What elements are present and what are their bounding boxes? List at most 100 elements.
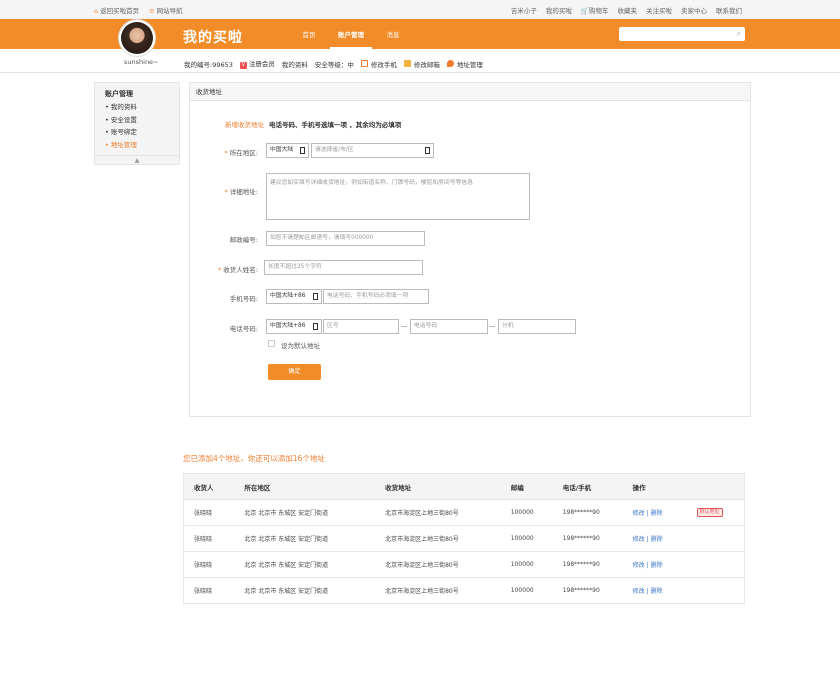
sidebar-item-profile[interactable]: • 我的资料 [105, 101, 137, 114]
username: sunshine~ [124, 58, 159, 66]
col-address: 收货地址 [375, 473, 501, 500]
phone-label: 电话号码: [229, 325, 258, 333]
address-table: 收货人 所在地区 收货地址 邮编 电话/手机 操作 张晓晓 北京 北京市 东城区… [183, 473, 745, 604]
my-buy-menu[interactable]: 我的买啦 [546, 5, 572, 15]
table-row: 张晓晓 北京 北京市 东城区 安定门街道 北京市海淀区上地三街80号 10000… [183, 551, 745, 578]
cart-link[interactable]: 🛒购物车 [581, 5, 609, 15]
cell-actions: 修改 | 删除 [622, 499, 687, 526]
cell-region: 北京 北京市 东城区 安定门街道 [234, 499, 376, 526]
cell-zip: 100000 [500, 499, 553, 526]
cell-actions: 修改 | 删除 [622, 525, 687, 552]
seller-center-menu[interactable]: 卖家中心 [681, 5, 707, 15]
cell-phone: 198******90 [552, 577, 623, 604]
sidebar-item-security[interactable]: • 安全设置 [105, 114, 137, 127]
favorites-menu[interactable]: 收藏夹 [618, 5, 638, 15]
delete-link[interactable]: 删除 [651, 562, 663, 569]
collapse-icon[interactable]: ▲ [95, 155, 179, 164]
user-number: 我的编号:99653 [184, 60, 233, 69]
search-icon[interactable]: ⌕ [737, 29, 741, 39]
detail-address-textarea[interactable]: 建议您如实填写详细收货地址，例如街道名称，门牌号码，楼层和房间号等信息 [266, 173, 530, 220]
sitemap-link[interactable]: ≡ 网站导航 [149, 5, 182, 15]
nav-account[interactable]: 账户管理 [330, 29, 372, 49]
cell-default [686, 551, 745, 578]
cell-address: 北京市海淀区上地三街80号 [375, 577, 501, 604]
cell-default: 默认地址 [686, 499, 745, 526]
avatar[interactable] [119, 20, 155, 56]
edit-email-link[interactable]: 修改邮箱 [403, 59, 440, 69]
edit-link[interactable]: 修改 [633, 536, 645, 543]
user-menu[interactable]: 吉米小子 [511, 5, 537, 15]
sidebar-item-binding[interactable]: • 账号绑定 [105, 126, 137, 139]
search-input[interactable]: ⌕ [619, 27, 745, 41]
cell-phone: 198******90 [552, 525, 623, 552]
edit-link[interactable]: 修改 [633, 588, 645, 595]
cell-region: 北京 北京市 东城区 安定门街道 [234, 551, 376, 578]
my-profile-link[interactable]: 我的资料 [282, 59, 308, 69]
default-address-checkbox[interactable] [268, 340, 275, 347]
cell-default [686, 577, 745, 604]
receiver-name-input[interactable]: 长度不超过25个字符 [264, 260, 423, 275]
edit-phone-link[interactable]: 修改手机 [360, 59, 397, 69]
home-link[interactable]: ⌂ 返回买啦首页 [94, 5, 139, 15]
receiver-name-label: * 收货人姓名: [217, 266, 258, 274]
cell-zip: 100000 [500, 577, 553, 604]
cart-icon: 🛒 [580, 7, 589, 15]
delete-link[interactable]: 删除 [651, 588, 663, 595]
avatar-image [121, 22, 153, 54]
col-zip: 邮编 [500, 473, 553, 500]
cell-address: 北京市海淀区上地三街80号 [375, 551, 501, 578]
phone-number-input[interactable]: 电话号码 [410, 319, 488, 334]
cell-zip: 100000 [500, 551, 553, 578]
vip-icon: V [239, 62, 247, 69]
delete-link[interactable]: 删除 [651, 510, 663, 517]
cell-name: 张晓晓 [183, 577, 235, 604]
form-tip: 新增收货地址 电话号码、手机号选填一项 ，其余均为必填项 [225, 121, 402, 129]
nav-home[interactable]: 首页 [288, 29, 330, 49]
col-actions: 操作 [622, 473, 687, 500]
email-icon [403, 59, 411, 67]
phone-country-select[interactable]: 中国大陆+86 [266, 319, 322, 334]
menu-icon: ≡ [149, 7, 155, 15]
submit-button[interactable]: 确定 [268, 364, 321, 380]
sidebar: 账户管理 • 我的资料 • 安全设置 • 账号绑定 • 地址管理 ▲ [94, 82, 180, 165]
region-country-select[interactable]: 中国大陆 [266, 143, 309, 158]
cell-region: 北京 北京市 东城区 安定门街道 [234, 577, 376, 604]
sidebar-item-address[interactable]: • 地址管理 [105, 139, 137, 152]
cell-actions: 修改 | 删除 [622, 551, 687, 578]
phone-icon [360, 59, 368, 67]
mobile-label: 手机号码: [229, 295, 258, 303]
page-brand: 我的买啦 [183, 30, 243, 46]
home-icon: ⌂ [94, 7, 99, 15]
account-subnav: 我的编号:99653 V 注册会员 我的资料 安全等级：中 修改手机 修改邮箱 地… [184, 58, 483, 69]
address-count-text: 您已添加4个地址，你还可以添加16个地址 [183, 454, 325, 463]
table-row: 张晓晓 北京 北京市 东城区 安定门街道 北京市海淀区上地三街80号 10000… [183, 577, 745, 604]
extension-input[interactable]: 分机 [498, 319, 576, 334]
cell-actions: 修改 | 删除 [622, 577, 687, 604]
region-select[interactable]: 请选择省/市/区 [311, 143, 434, 158]
ext-separator: — [489, 322, 496, 330]
mobile-country-select[interactable]: 中国大陆+86 [266, 289, 322, 304]
security-level: 安全等级：中 [314, 60, 354, 69]
mobile-input[interactable]: 电话号码、手机号码必须填一项 [323, 289, 429, 304]
cell-name: 张晓晓 [183, 525, 235, 552]
cell-name: 张晓晓 [183, 551, 235, 578]
edit-link[interactable]: 修改 [633, 562, 645, 569]
top-bar: ⌂ 返回买啦首页 ≡ 网站导航 吉米小子 我的买啦 🛒购物车 收藏夹 关注买啦 卖家… [0, 0, 840, 19]
delete-link[interactable]: 删除 [651, 536, 663, 543]
table-row: 张晓晓 北京 北京市 东城区 安定门街道 北京市海淀区上地三街80号 10000… [183, 499, 745, 526]
contact-menu[interactable]: 联系我们 [716, 5, 742, 15]
dropdown-icon [425, 147, 430, 154]
table-row: 张晓晓 北京 北京市 东城区 安定门街道 北京市海淀区上地三街80号 10000… [183, 525, 745, 552]
register-member-link[interactable]: V 注册会员 [239, 58, 275, 69]
col-default [686, 473, 745, 500]
address-manage-link[interactable]: 地址管理 [446, 59, 483, 69]
follow-link[interactable]: 关注买啦 [646, 5, 672, 15]
detail-address-label: * 详细地址: [224, 188, 258, 196]
col-region: 所在地区 [234, 473, 376, 500]
area-code-input[interactable]: 区号 [323, 319, 399, 334]
location-icon [446, 59, 454, 67]
nav-messages[interactable]: 消息 [372, 29, 414, 49]
edit-link[interactable]: 修改 [633, 510, 645, 517]
zip-input[interactable]: 如您不清楚邮区邮递号，请填写000000 [266, 231, 425, 246]
table-header-row: 收货人 所在地区 收货地址 邮编 电话/手机 操作 [183, 473, 745, 500]
